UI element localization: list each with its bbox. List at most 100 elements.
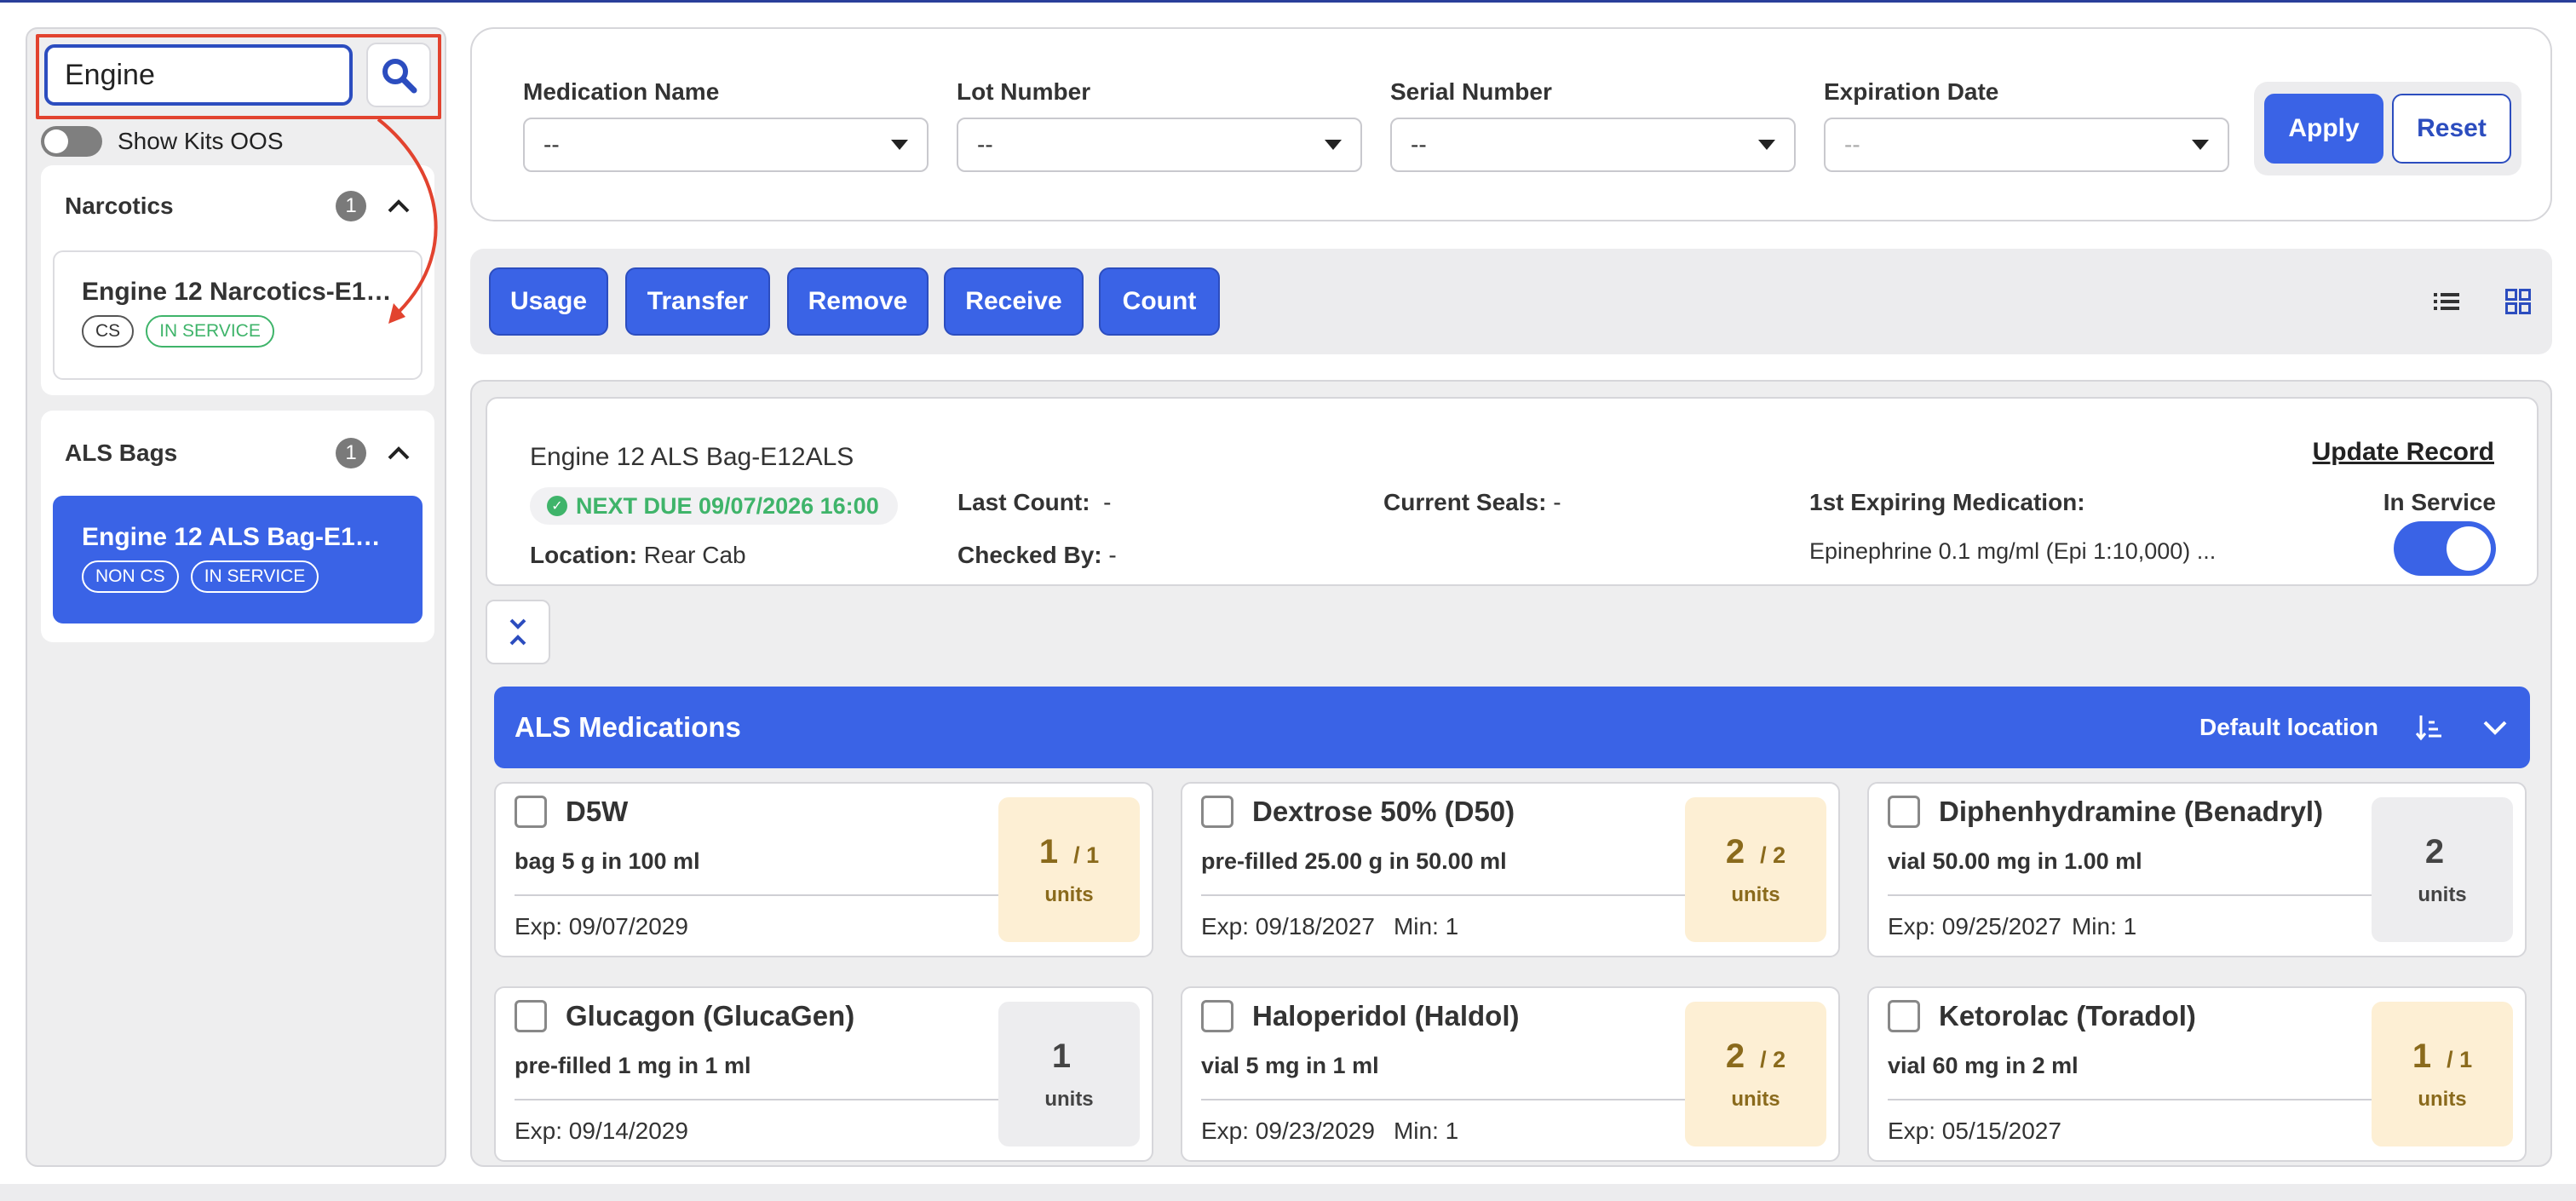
- action-bar: Usage Transfer Remove Receive Count: [470, 249, 2552, 354]
- divider: [1201, 894, 1704, 896]
- filter-label: Medication Name: [523, 78, 720, 105]
- kit-card-als-bag[interactable]: Engine 12 ALS Bag-E12ALS NON CS IN SERVI…: [53, 496, 423, 623]
- transfer-button[interactable]: Transfer: [625, 267, 770, 336]
- exp-date: Exp: 09/14/2029: [515, 1118, 688, 1144]
- medication-description: bag 5 g in 100 ml: [515, 848, 700, 874]
- show-kits-oos-toggle[interactable]: [41, 126, 102, 157]
- select-checkbox[interactable]: [1201, 796, 1233, 828]
- location-filter[interactable]: Default location: [2199, 714, 2378, 741]
- qty-unit: units: [1044, 1087, 1094, 1111]
- current-seals-value: -: [1553, 489, 1561, 515]
- exp-date: Exp: 09/23/2029: [1201, 1118, 1375, 1144]
- medication-card[interactable]: Diphenhydramine (Benadryl) vial 50.00 mg…: [1867, 782, 2527, 957]
- filter-label: Serial Number: [1390, 78, 1552, 105]
- medication-name: Glucagon (GlucaGen): [566, 1000, 855, 1031]
- medication-expiration: Exp: 09/18/2027 Min: 1: [1201, 913, 1477, 940]
- als-medications-section-header[interactable]: ALS Medications Default location: [494, 687, 2530, 768]
- top-accent-line: [0, 0, 2576, 3]
- qty-unit: units: [1731, 1087, 1780, 1111]
- medication-name-select[interactable]: --: [523, 118, 929, 172]
- kit-info-card: Engine 12 ALS Bag-E12ALS ✓ NEXT DUE 09/0…: [486, 397, 2539, 586]
- select-checkbox[interactable]: [1888, 1000, 1920, 1032]
- kit-name: Engine 12 ALS Bag-E12ALS: [82, 523, 394, 551]
- filter-panel: Medication Name -- Lot Number -- Serial …: [470, 27, 2552, 221]
- in-service-toggle[interactable]: [2394, 521, 2496, 576]
- medication-card[interactable]: Haloperidol (Haldol) vial 5 mg in 1 ml E…: [1181, 986, 1840, 1162]
- select-checkbox[interactable]: [1201, 1000, 1233, 1032]
- divider: [1888, 894, 2390, 896]
- qty-par: / 2: [1760, 842, 1786, 868]
- first-expiring-value: Epinephrine 0.1 mg/ml (Epi 1:10,000) ...: [1809, 538, 2217, 564]
- medication-name: Ketorolac (Toradol): [1939, 1000, 2196, 1031]
- filter-medication-name: Medication Name --: [523, 78, 929, 172]
- select-value: --: [1844, 131, 1860, 158]
- divider: [515, 894, 1017, 896]
- quantity-badge: 2 / 2 units: [1685, 797, 1826, 942]
- section-title: ALS Medications: [515, 711, 741, 743]
- lot-number-select[interactable]: --: [957, 118, 1362, 172]
- group-title: Narcotics: [65, 193, 174, 219]
- group-header-als-bags[interactable]: ALS Bags 1: [65, 411, 411, 496]
- remove-button[interactable]: Remove: [787, 267, 929, 336]
- serial-number-select[interactable]: --: [1390, 118, 1796, 172]
- kit-card-narcotics[interactable]: Engine 12 Narcotics-E12... CS IN SERVICE: [53, 250, 423, 380]
- location-value: Rear Cab: [643, 542, 746, 568]
- qty-unit: units: [2418, 1087, 2467, 1111]
- usage-button[interactable]: Usage: [489, 267, 608, 336]
- qty-count: 1: [1051, 1037, 1072, 1075]
- qty-par: / 2: [1760, 1046, 1786, 1072]
- qty-unit: units: [2418, 882, 2467, 906]
- medication-expiration: Exp: 09/25/2027 Min: 1: [1888, 913, 2155, 940]
- exp-date: Exp: 09/07/2029: [515, 913, 688, 940]
- last-count-field: Last Count: -: [957, 489, 1111, 516]
- list-view-button[interactable]: [2421, 276, 2472, 327]
- update-record-link[interactable]: Update Record: [2313, 438, 2494, 467]
- medication-expiration: Exp: 09/14/2029: [515, 1118, 726, 1145]
- count-badge: 1: [336, 438, 366, 468]
- medication-card[interactable]: Ketorolac (Toradol) vial 60 mg in 2 ml E…: [1867, 986, 2527, 1162]
- collapse-button[interactable]: [486, 600, 550, 664]
- checked-by-label: Checked By:: [957, 542, 1102, 568]
- grid-view-button[interactable]: [2493, 276, 2544, 327]
- qty-count: 1: [2412, 1037, 2432, 1075]
- medication-name: Haloperidol (Haldol): [1252, 1000, 1520, 1031]
- location-field: Location: Rear Cab: [530, 542, 746, 569]
- medication-description: vial 60 mg in 2 ml: [1888, 1053, 2079, 1078]
- select-value: --: [977, 131, 993, 158]
- medication-name: Dextrose 50% (D50): [1252, 796, 1515, 827]
- exp-date: Exp: 09/18/2027: [1201, 913, 1375, 940]
- sort-icon[interactable]: [2416, 714, 2443, 741]
- min-qty: Min: 1: [1393, 913, 1459, 940]
- qty-count: 2: [1725, 832, 1745, 871]
- chevron-down-icon[interactable]: [2482, 719, 2508, 736]
- quantity-badge: 1 / 1 units: [2372, 1002, 2513, 1146]
- count-button[interactable]: Count: [1099, 267, 1220, 336]
- select-checkbox[interactable]: [515, 796, 547, 828]
- apply-button[interactable]: Apply: [2264, 94, 2383, 164]
- check-circle-icon: ✓: [547, 496, 567, 516]
- caret-down-icon: [2192, 140, 2209, 150]
- group-header-narcotics[interactable]: Narcotics 1: [65, 165, 411, 247]
- select-checkbox[interactable]: [515, 1000, 547, 1032]
- reset-button[interactable]: Reset: [2392, 94, 2511, 164]
- medication-description: vial 50.00 mg in 1.00 ml: [1888, 848, 2142, 874]
- current-seals-field: Current Seals: -: [1383, 489, 1561, 516]
- medication-card[interactable]: Dextrose 50% (D50) pre-filled 25.00 g in…: [1181, 782, 1840, 957]
- quantity-badge: 2 units: [2372, 797, 2513, 942]
- chevron-up-icon[interactable]: [387, 445, 411, 461]
- chevron-up-icon[interactable]: [387, 198, 411, 214]
- filter-button-group: Apply Reset: [2254, 82, 2521, 175]
- medication-card[interactable]: Glucagon (GlucaGen) pre-filled 1 mg in 1…: [494, 986, 1153, 1162]
- medication-card[interactable]: D5W bag 5 g in 100 ml Exp: 09/07/2029 1 /…: [494, 782, 1153, 957]
- receive-button[interactable]: Receive: [944, 267, 1084, 336]
- expiration-date-select[interactable]: --: [1824, 118, 2229, 172]
- group-title: ALS Bags: [65, 440, 178, 466]
- next-due-text: NEXT DUE 09/07/2026 16:00: [576, 492, 879, 519]
- current-seals-label: Current Seals:: [1383, 489, 1547, 515]
- caret-down-icon: [891, 140, 908, 150]
- medication-description: vial 5 mg in 1 ml: [1201, 1053, 1379, 1078]
- cs-tag: CS: [82, 315, 135, 348]
- medication-expiration: Exp: 05/15/2027: [1888, 1118, 2099, 1145]
- select-checkbox[interactable]: [1888, 796, 1920, 828]
- divider: [1201, 1099, 1704, 1100]
